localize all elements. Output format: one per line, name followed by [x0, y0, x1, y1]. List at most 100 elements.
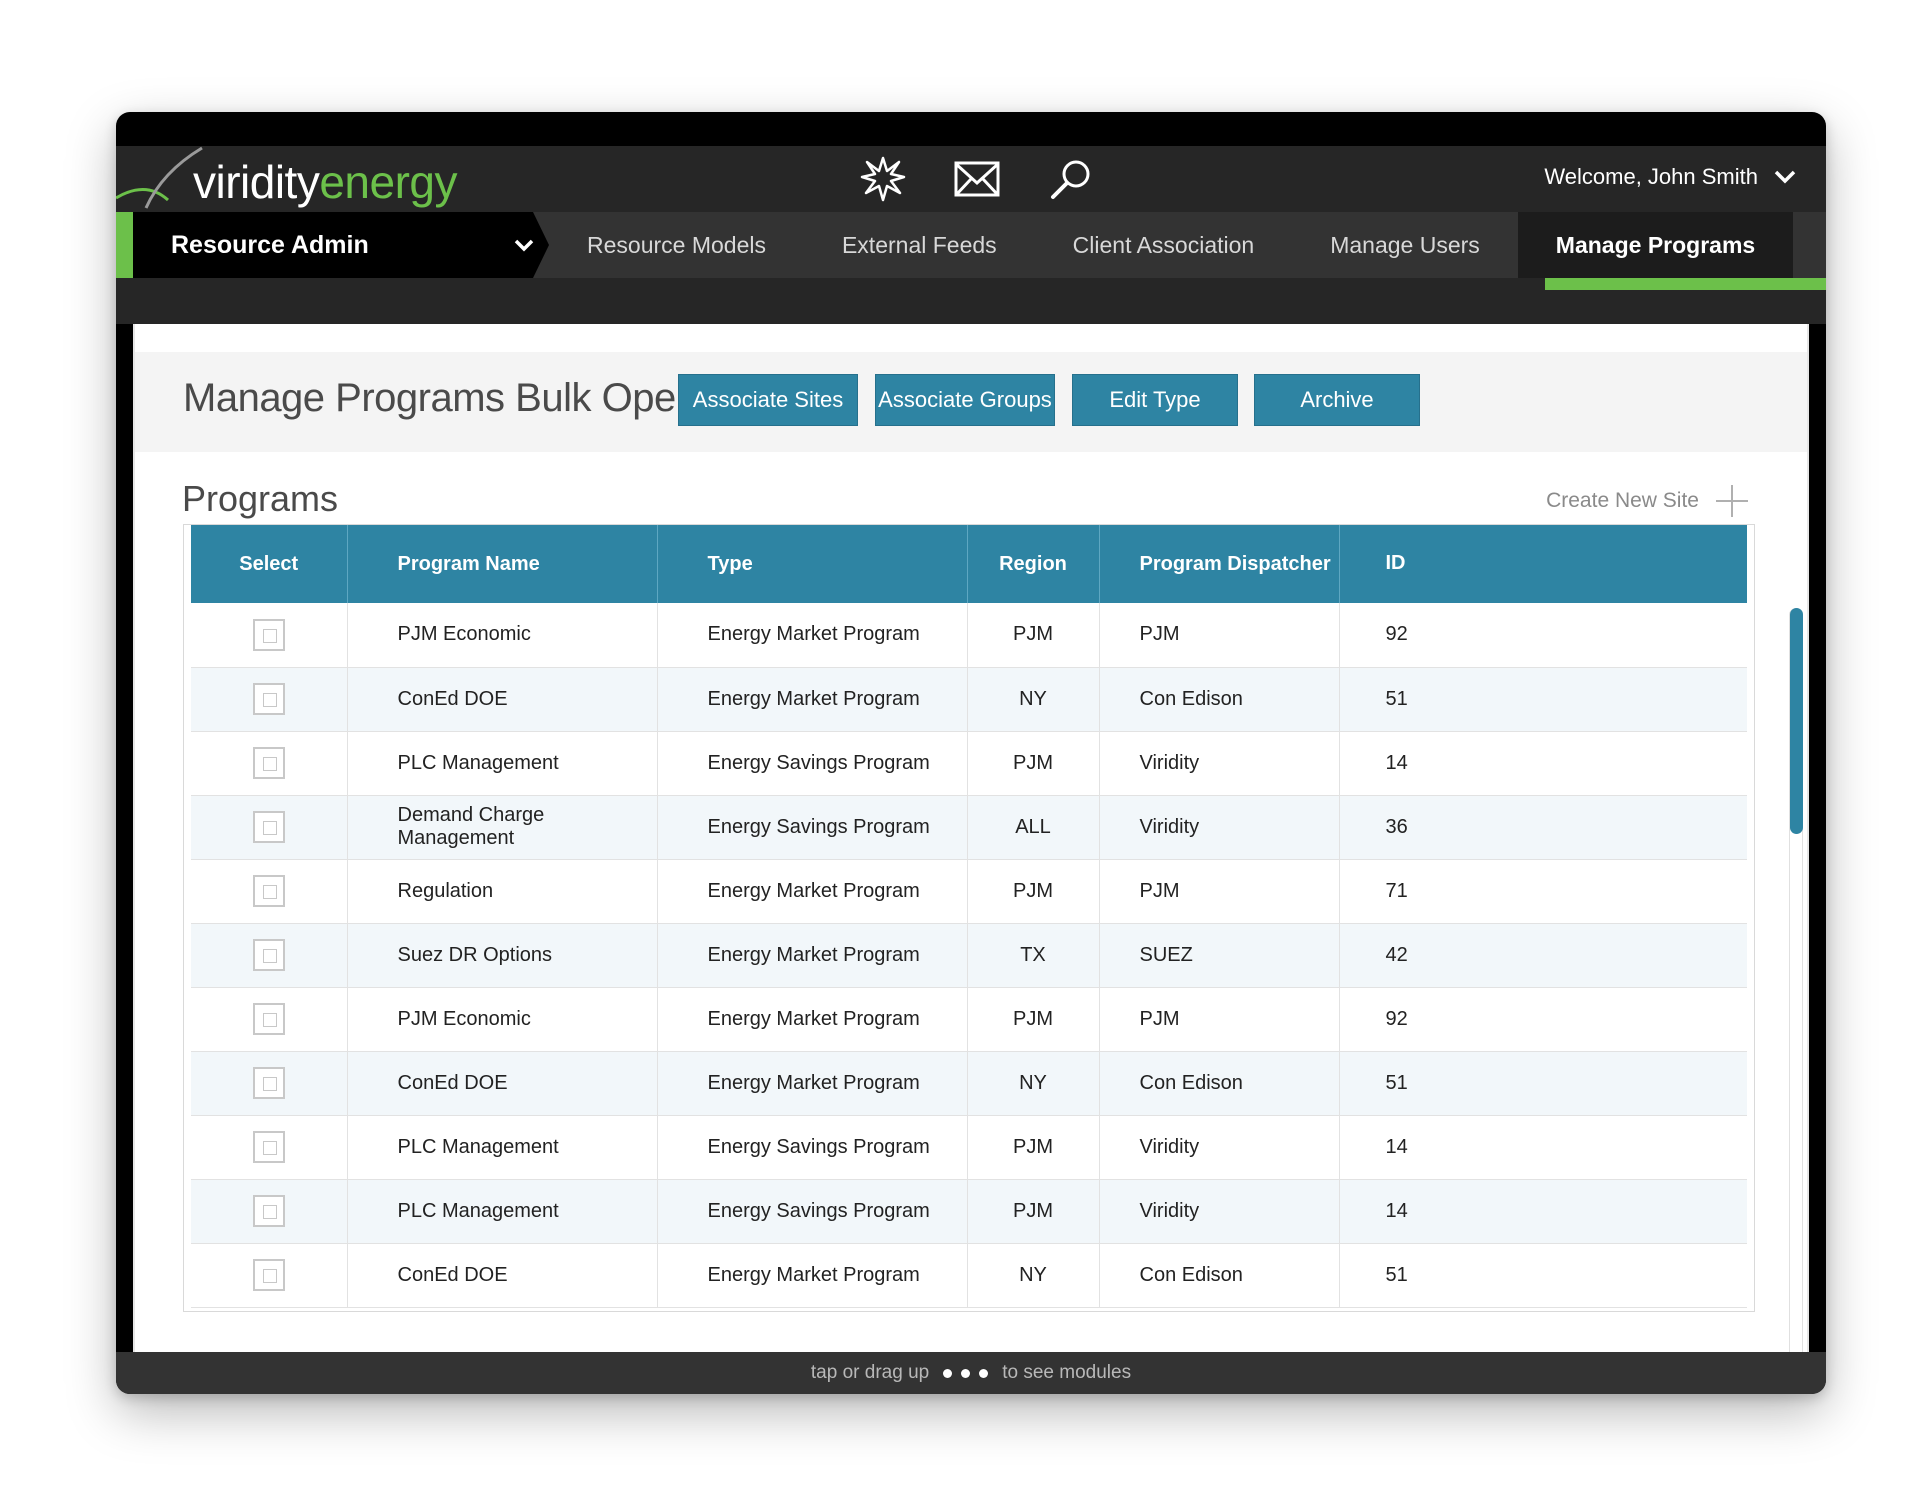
dispatcher-cell: Viridity	[1099, 731, 1340, 796]
table-row[interactable]: PLC Management Energy Savings Program PJM V…	[191, 1179, 1747, 1244]
id-cell: 51	[1339, 1243, 1747, 1308]
program-type-cell: Energy Savings Program	[657, 731, 968, 796]
program-name-cell: ConEd DOE	[347, 1051, 658, 1116]
associate-sites-button[interactable]: Associate Sites	[678, 374, 858, 426]
id-cell: 92	[1339, 603, 1747, 668]
search-icon[interactable]	[1048, 156, 1094, 202]
row-select-checkbox[interactable]	[252, 683, 285, 715]
program-type-cell: Energy Market Program	[657, 1243, 968, 1308]
row-select-checkbox[interactable]	[252, 1259, 285, 1291]
row-select-checkbox[interactable]	[252, 747, 285, 779]
select-cell	[191, 1051, 348, 1116]
footer-hint-after: to see modules	[1002, 1362, 1132, 1383]
module-nav: Resource Admin Resource Models External …	[116, 212, 1826, 278]
column-header-program-dispatcher[interactable]: Program Dispatcher	[1099, 525, 1340, 603]
tab-label: Resource Models	[587, 231, 766, 258]
row-select-checkbox[interactable]	[252, 1003, 285, 1035]
welcome-text: Welcome, John Smith	[1544, 164, 1758, 189]
viridity-logo[interactable]: viridityenergy	[116, 146, 536, 212]
footer-hint-before: tap or drag up	[810, 1362, 930, 1383]
table-row[interactable]: Regulation Energy Market Program PJM PJM 71	[191, 859, 1747, 924]
select-cell	[191, 1179, 348, 1244]
dispatcher-cell: SUEZ	[1099, 923, 1340, 988]
tab-manage-users[interactable]: Manage Users	[1292, 212, 1518, 278]
scrollbar-thumb[interactable]	[1790, 608, 1803, 834]
create-new-site-label: Create New Site	[1546, 489, 1699, 512]
table-row[interactable]: ConEd DOE Energy Market Program NY Con Edis…	[191, 667, 1747, 732]
logo-word-energy: energy	[319, 156, 457, 208]
dispatcher-cell: Con Edison	[1099, 667, 1340, 732]
program-name-cell: ConEd DOE	[347, 667, 658, 732]
tab-manage-programs[interactable]: Manage Programs	[1517, 212, 1794, 278]
select-cell	[191, 667, 348, 732]
region-cell: PJM	[967, 1179, 1100, 1244]
region-cell: TX	[967, 923, 1100, 988]
dispatcher-cell: Viridity	[1099, 795, 1340, 860]
region-cell: PJM	[967, 987, 1100, 1052]
module-selector-label: Resource Admin	[171, 230, 369, 259]
tab-external-feeds[interactable]: External Feeds	[804, 212, 1035, 278]
select-cell	[191, 859, 348, 924]
select-cell	[191, 987, 348, 1052]
program-name-cell: PJM Economic	[347, 987, 658, 1052]
program-name-cell: PLC Management	[347, 731, 658, 796]
column-header-type[interactable]: Type	[657, 525, 968, 603]
top-bar: viridityenergy Welcome, John Smith Resou…	[116, 146, 1826, 324]
tab-client-association[interactable]: Client Association	[1035, 212, 1293, 278]
table-row[interactable]: ConEd DOE Energy Market Program NY Con Edis…	[191, 1051, 1747, 1116]
nav-tabs: Resource Models External Feeds Client As…	[549, 212, 1794, 278]
column-header-id-label: ID	[1385, 552, 1406, 574]
user-menu[interactable]: Welcome, John Smith	[1544, 164, 1796, 190]
row-select-checkbox[interactable]	[252, 1131, 285, 1163]
plus-icon	[1716, 485, 1748, 517]
dispatcher-cell: Viridity	[1099, 1115, 1340, 1180]
column-header-select[interactable]: Select	[191, 525, 348, 603]
nav-accent-bar	[116, 212, 133, 278]
program-type-cell: Energy Savings Program	[657, 1179, 968, 1244]
archive-button[interactable]: Archive	[1254, 374, 1420, 426]
program-type-cell: Energy Market Program	[657, 923, 968, 988]
id-cell: 14	[1339, 731, 1747, 796]
tab-resource-models[interactable]: Resource Models	[549, 212, 804, 278]
row-select-checkbox[interactable]	[252, 875, 285, 907]
notification-burst-icon[interactable]	[860, 156, 906, 202]
module-selector[interactable]: Resource Admin	[133, 212, 549, 278]
tab-label: External Feeds	[841, 231, 997, 258]
id-cell: 51	[1339, 667, 1747, 732]
modules-drawer-handle[interactable]: tap or drag up to see modules	[116, 1352, 1826, 1394]
tab-label: Client Association	[1072, 231, 1255, 258]
select-cell	[191, 923, 348, 988]
row-select-checkbox[interactable]	[252, 1067, 285, 1099]
column-header-program-name[interactable]: Program Name	[347, 525, 658, 603]
edit-type-button[interactable]: Edit Type	[1072, 374, 1238, 426]
associate-groups-button[interactable]: Associate Groups	[875, 374, 1055, 426]
dispatcher-cell: PJM	[1099, 987, 1340, 1052]
table-row[interactable]: PJM Economic Energy Market Program PJM PJM 9…	[191, 987, 1747, 1052]
region-cell: NY	[967, 1051, 1100, 1116]
table-row[interactable]: PLC Management Energy Savings Program PJM V…	[191, 731, 1747, 796]
table-row[interactable]: PJM Economic Energy Market Program PJM PJM 9…	[191, 603, 1747, 668]
main-content: Manage Programs Bulk Operations Associat…	[133, 324, 1809, 1394]
column-header-id[interactable]: ID	[1339, 525, 1747, 603]
create-new-site-button[interactable]: Create New Site	[1546, 484, 1749, 518]
row-select-checkbox[interactable]	[252, 939, 285, 971]
row-select-checkbox[interactable]	[252, 618, 285, 651]
active-tab-indicator	[1545, 278, 1826, 290]
row-select-checkbox[interactable]	[252, 811, 285, 843]
table-row[interactable]: ConEd DOE Energy Market Program NY Con Edis…	[191, 1243, 1747, 1308]
program-name-cell: Suez DR Options	[347, 923, 658, 988]
table-row[interactable]: Suez DR Options Energy Market Program TX SU…	[191, 923, 1747, 988]
mail-icon[interactable]	[954, 156, 1000, 202]
select-cell	[191, 603, 348, 668]
table-row[interactable]: Demand Charge Management Energy Savings P…	[191, 795, 1747, 860]
row-select-checkbox[interactable]	[252, 1195, 285, 1227]
select-cell	[191, 1115, 348, 1180]
table-body: PJM Economic Energy Market Program PJM PJM 9…	[191, 603, 1747, 1308]
column-header-region[interactable]: Region	[967, 525, 1100, 603]
region-cell: PJM	[967, 603, 1100, 668]
id-cell: 42	[1339, 923, 1747, 988]
program-type-cell: Energy Savings Program	[657, 1115, 968, 1180]
select-cell	[191, 731, 348, 796]
table-row[interactable]: PLC Management Energy Savings Program PJM V…	[191, 1115, 1747, 1180]
drag-handle-dots-icon	[943, 1368, 989, 1378]
